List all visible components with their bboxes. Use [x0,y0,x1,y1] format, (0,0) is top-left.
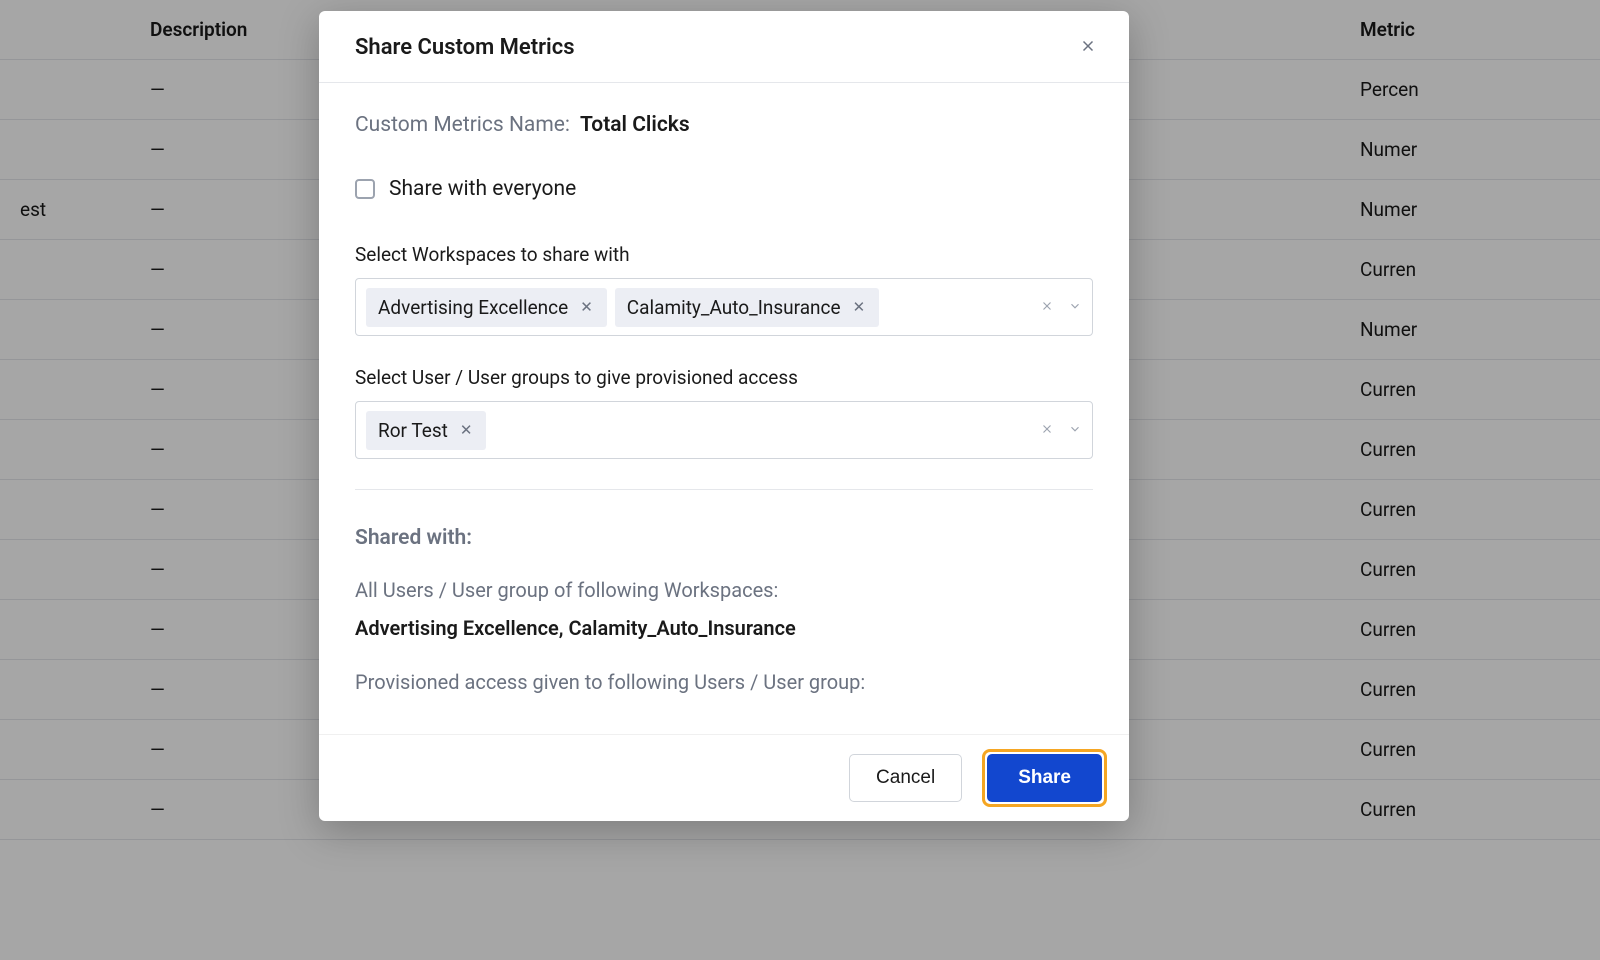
chevron-down-icon [1068,299,1082,316]
modal-footer: Cancel Share [319,734,1129,821]
metric-name-label: Custom Metrics Name: [355,113,570,137]
divider [355,489,1093,490]
close-icon: ✕ [460,422,473,439]
share-everyone-row: Share with everyone [355,177,1093,201]
close-icon: ✕ [580,299,593,316]
users-select[interactable]: Ror Test ✕ [355,401,1093,459]
dropdown-toggle[interactable] [1068,422,1082,439]
workspaces-select[interactable]: Advertising Excellence✕Calamity_Auto_Ins… [355,278,1093,336]
chip-remove-button[interactable]: ✕ [851,300,868,315]
share-modal: Share Custom Metrics Custom Metrics Name… [319,11,1129,821]
dropdown-toggle[interactable] [1068,299,1082,316]
shared-workspace-sub: All Users / User group of following Work… [355,578,1093,602]
workspaces-label: Select Workspaces to share with [355,243,1093,266]
modal-title: Share Custom Metrics [355,35,575,60]
close-icon [1079,37,1097,58]
users-label: Select User / User groups to give provis… [355,366,1093,389]
share-button[interactable]: Share [987,754,1102,802]
close-icon [1040,299,1054,316]
modal-body: Custom Metrics Name: Total Clicks Share … [319,83,1129,734]
clear-all-button[interactable] [1040,422,1054,439]
chip-label: Ror Test [378,419,448,442]
chip-label: Calamity_Auto_Insurance [627,296,841,319]
chevron-down-icon [1068,422,1082,439]
shared-with-heading: Shared with: [355,526,1093,550]
share-everyone-checkbox[interactable] [355,179,375,199]
provisioned-sub: Provisioned access given to following Us… [355,670,1093,694]
close-icon [1040,422,1054,439]
metric-name-value: Total Clicks [580,113,690,137]
metric-name-row: Custom Metrics Name: Total Clicks [355,113,1093,137]
user-chip: Ror Test ✕ [366,411,486,450]
workspace-chip: Calamity_Auto_Insurance ✕ [615,288,879,327]
share-button-highlight: Share [982,749,1107,807]
workspace-chip: Advertising Excellence ✕ [366,288,607,327]
clear-all-button[interactable] [1040,299,1054,316]
share-everyone-label: Share with everyone [389,177,576,201]
cancel-button[interactable]: Cancel [849,754,962,802]
close-icon: ✕ [853,299,866,316]
shared-workspace-value: Advertising Excellence, Calamity_Auto_In… [355,616,1093,640]
chip-remove-button[interactable]: ✕ [578,300,595,315]
chip-remove-button[interactable]: ✕ [458,423,475,438]
close-button[interactable] [1075,33,1101,62]
modal-header: Share Custom Metrics [319,11,1129,83]
chip-label: Advertising Excellence [378,296,568,319]
